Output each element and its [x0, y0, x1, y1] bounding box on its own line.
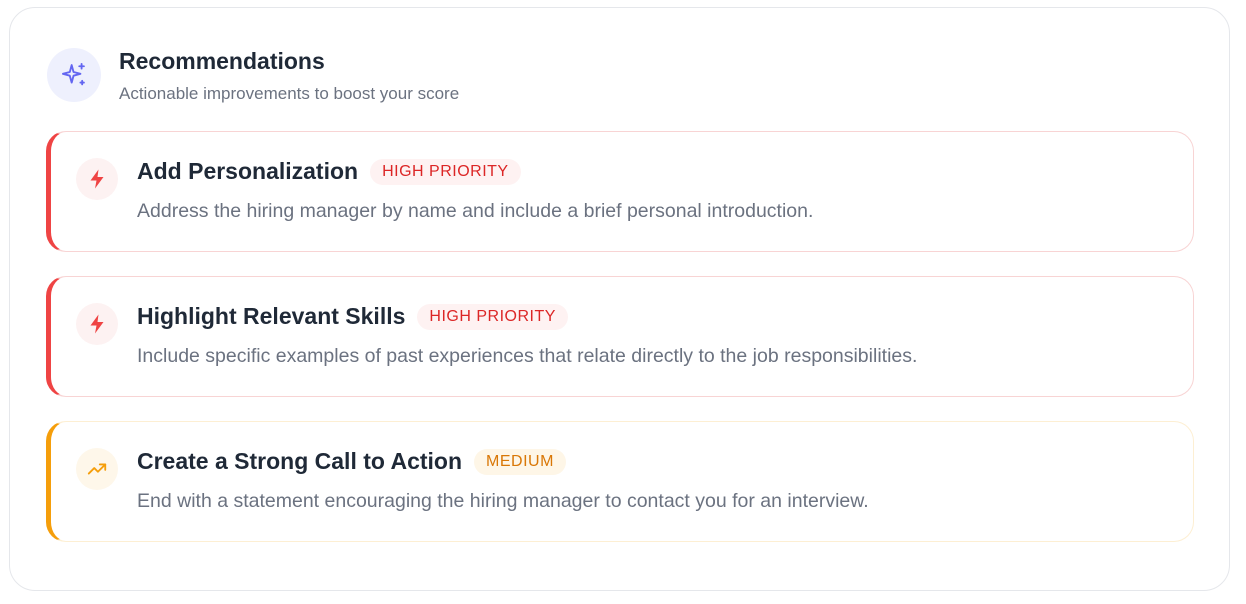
- recommendation-card-personalization[interactable]: Add Personalization HIGH PRIORITY Addres…: [46, 131, 1194, 252]
- bolt-icon: [76, 158, 118, 200]
- priority-badge: MEDIUM: [474, 448, 566, 475]
- priority-badge: HIGH PRIORITY: [370, 158, 521, 185]
- recommendation-description: End with a statement encouraging the hir…: [137, 490, 869, 512]
- panel-title: Recommendations: [119, 48, 325, 74]
- sparkles-icon: [47, 48, 101, 102]
- recommendation-title: Create a Strong Call to Action: [137, 448, 463, 474]
- recommendation-card-call-to-action[interactable]: Create a Strong Call to Action MEDIUM En…: [46, 421, 1194, 542]
- priority-badge: HIGH PRIORITY: [417, 303, 568, 330]
- panel-subtitle: Actionable improvements to boost your sc…: [119, 84, 460, 103]
- trending-up-icon: [76, 448, 118, 490]
- recommendation-title: Highlight Relevant Skills: [137, 303, 406, 329]
- recommendations-panel: Recommendations Actionable improvements …: [9, 7, 1230, 591]
- recommendation-title: Add Personalization: [137, 158, 359, 184]
- recommendation-description: Address the hiring manager by name and i…: [137, 200, 814, 222]
- bolt-icon: [76, 303, 118, 345]
- recommendation-card-skills[interactable]: Highlight Relevant Skills HIGH PRIORITY …: [46, 276, 1194, 397]
- recommendation-description: Include specific examples of past experi…: [137, 345, 918, 367]
